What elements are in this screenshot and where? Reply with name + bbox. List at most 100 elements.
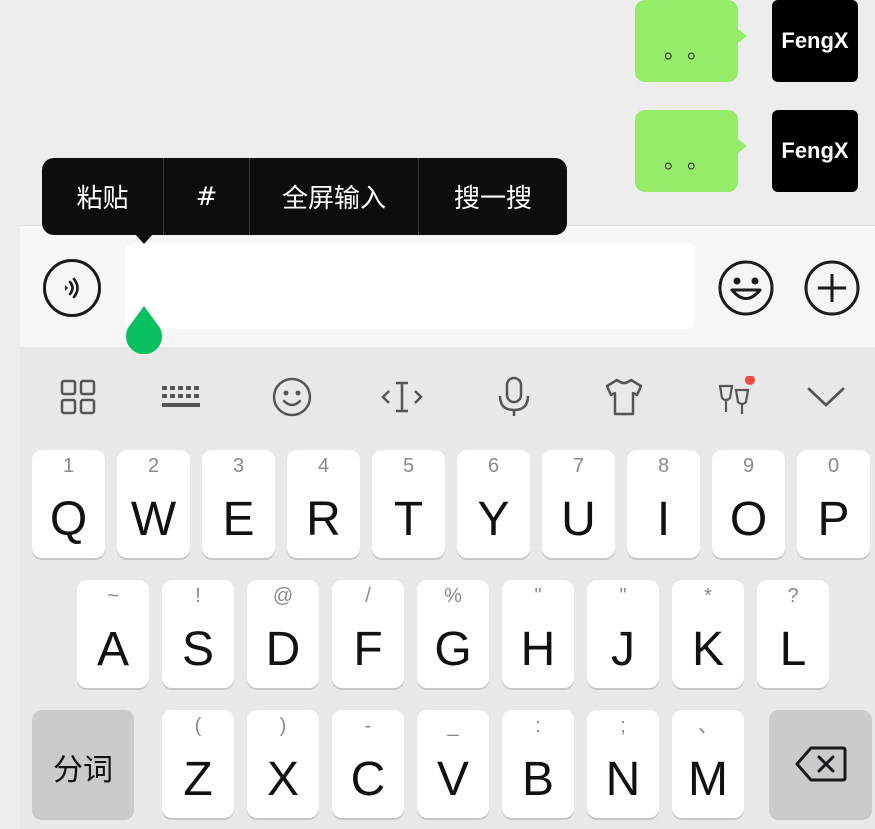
keyboard: 1Q 2W 3E 4R 5T 6Y 7U 8I 9O 0P ~ A ! S @ D /… bbox=[20, 347, 875, 829]
key-secondary: 、 bbox=[698, 715, 718, 737]
voice-input-key[interactable] bbox=[492, 375, 536, 419]
key-label: U bbox=[561, 493, 596, 546]
grid-button[interactable] bbox=[56, 375, 100, 419]
key-v[interactable]: _ V bbox=[417, 710, 489, 818]
skin-button[interactable] bbox=[602, 375, 646, 419]
key-label: T bbox=[393, 493, 424, 546]
key-label: Q bbox=[49, 493, 88, 546]
key-secondary: " bbox=[619, 585, 627, 607]
chat-message: 。。 FengX bbox=[618, 110, 858, 198]
microphone-icon bbox=[498, 376, 530, 416]
collapse-keyboard-button[interactable] bbox=[804, 375, 848, 419]
key-q[interactable]: 1Q bbox=[32, 450, 105, 558]
key-secondary: 7 bbox=[572, 455, 585, 477]
fullscreen-input-menu-item[interactable]: 全屏输入 bbox=[250, 158, 418, 235]
key-p[interactable]: 0P bbox=[797, 450, 870, 558]
key-u[interactable]: 7U bbox=[542, 450, 615, 558]
key-label: P bbox=[817, 493, 850, 546]
key-r[interactable]: 4R bbox=[287, 450, 360, 558]
key-secondary: % bbox=[444, 585, 462, 607]
keyboard-switch-button[interactable] bbox=[160, 375, 204, 419]
key-label: W bbox=[130, 493, 177, 546]
key-f[interactable]: / F bbox=[332, 580, 404, 688]
key-secondary: * bbox=[704, 585, 712, 607]
key-label: H bbox=[520, 623, 556, 676]
avatar[interactable]: FengX bbox=[772, 110, 858, 192]
key-secondary: ? bbox=[787, 585, 799, 607]
key-secondary: 6 bbox=[487, 455, 500, 477]
key-secondary: @ bbox=[272, 585, 294, 607]
avatar[interactable]: FengX bbox=[772, 0, 858, 82]
search-menu-item[interactable]: 搜一搜 bbox=[419, 158, 567, 235]
key-m[interactable]: 、 M bbox=[672, 710, 744, 818]
key-j[interactable]: " J bbox=[587, 580, 659, 688]
sticker-button[interactable] bbox=[714, 375, 758, 419]
key-o[interactable]: 9O bbox=[712, 450, 785, 558]
emoji-panel-button[interactable] bbox=[270, 375, 314, 419]
cursor-handle[interactable] bbox=[124, 306, 164, 354]
key-n[interactable]: ; N bbox=[587, 710, 659, 818]
key-w[interactable]: 2W bbox=[117, 450, 190, 558]
key-label: O bbox=[729, 493, 768, 546]
plus-icon bbox=[804, 260, 860, 316]
keyboard-icon bbox=[162, 386, 200, 407]
more-actions-button[interactable] bbox=[803, 259, 861, 317]
key-label: E bbox=[222, 493, 255, 546]
key-secondary: " bbox=[534, 585, 542, 607]
paste-menu-item[interactable]: 粘贴 bbox=[42, 158, 163, 235]
key-d[interactable]: @ D bbox=[247, 580, 319, 688]
hashtag-menu-item[interactable]: # bbox=[164, 158, 249, 235]
key-secondary: 0 bbox=[827, 455, 840, 477]
backspace-key[interactable] bbox=[769, 710, 872, 818]
chevron-down-icon bbox=[807, 387, 845, 407]
keyboard-toolbar bbox=[20, 347, 875, 447]
context-menu: 粘贴 # 全屏输入 搜一搜 bbox=[42, 158, 567, 235]
key-secondary: : bbox=[535, 715, 541, 737]
key-l[interactable]: ? L bbox=[757, 580, 829, 688]
menu-pointer bbox=[135, 234, 153, 244]
key-label: I bbox=[656, 493, 671, 546]
key-k[interactable]: * K bbox=[672, 580, 744, 688]
key-label: Z bbox=[183, 753, 213, 806]
key-z[interactable]: (Z bbox=[162, 710, 234, 818]
message-bubble[interactable]: 。。 bbox=[635, 0, 747, 82]
cursor-move-button[interactable] bbox=[380, 375, 424, 419]
key-label: Y bbox=[477, 493, 510, 546]
key-h[interactable]: " H bbox=[502, 580, 574, 688]
key-a[interactable]: ~ A bbox=[77, 580, 149, 688]
key-label: 分词 bbox=[53, 754, 113, 787]
key-label: J bbox=[611, 623, 635, 676]
key-label: L bbox=[779, 623, 807, 676]
key-secondary: ; bbox=[620, 715, 626, 737]
key-secondary: ( bbox=[194, 715, 202, 737]
key-g[interactable]: % G bbox=[417, 580, 489, 688]
message-input[interactable] bbox=[125, 243, 695, 329]
voice-input-icon bbox=[65, 277, 79, 299]
key-secondary: - bbox=[364, 715, 372, 737]
key-y[interactable]: 6Y bbox=[457, 450, 530, 558]
key-label: A bbox=[96, 623, 129, 676]
segment-key[interactable]: 分词 bbox=[32, 710, 134, 818]
key-label: C bbox=[350, 753, 386, 806]
key-secondary: 2 bbox=[147, 455, 160, 477]
voice-input-button[interactable] bbox=[43, 259, 101, 317]
key-c[interactable]: -C bbox=[332, 710, 404, 818]
key-secondary: 4 bbox=[317, 455, 330, 477]
key-label: B bbox=[521, 753, 554, 806]
key-secondary: ) bbox=[279, 715, 287, 737]
key-label: R bbox=[306, 493, 341, 546]
key-label: G bbox=[434, 623, 472, 676]
key-i[interactable]: 8I bbox=[627, 450, 700, 558]
key-s[interactable]: ! S bbox=[162, 580, 234, 688]
key-b[interactable]: :B bbox=[502, 710, 574, 818]
key-x[interactable]: ) X bbox=[247, 710, 319, 818]
key-secondary: ! bbox=[195, 585, 201, 607]
key-secondary: 1 bbox=[62, 455, 75, 477]
key-e[interactable]: 3E bbox=[202, 450, 275, 558]
grid-icon bbox=[60, 379, 96, 415]
key-t[interactable]: 5T bbox=[372, 450, 445, 558]
key-label: S bbox=[181, 623, 214, 676]
message-bubble[interactable]: 。。 bbox=[635, 110, 747, 192]
key-secondary: _ bbox=[447, 715, 459, 737]
emoji-button[interactable] bbox=[717, 259, 775, 317]
